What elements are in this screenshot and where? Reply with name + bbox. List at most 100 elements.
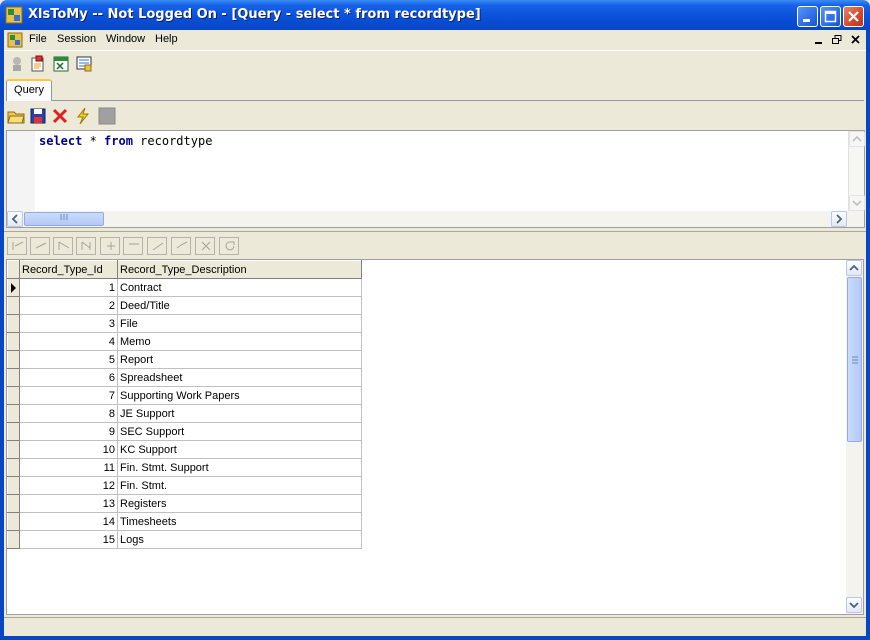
cell-record-type-id[interactable]: 7 (19, 386, 118, 405)
cell-record-type-id[interactable]: 15 (19, 530, 118, 549)
tab-query[interactable]: Query (6, 79, 52, 101)
cell-record-type-id[interactable]: 3 (19, 314, 118, 333)
mdi-restore-button[interactable] (830, 33, 844, 47)
cell-record-type-description[interactable]: Deed/Title (117, 296, 362, 315)
logon-icon[interactable] (8, 55, 26, 73)
excel-icon[interactable] (52, 55, 70, 73)
horizontal-scroll-thumb[interactable] (24, 212, 104, 226)
cell-record-type-description[interactable]: File (117, 314, 362, 333)
table-row[interactable]: 14 Timesheets (7, 512, 362, 531)
scroll-right-button[interactable] (831, 211, 847, 227)
cell-record-type-id[interactable]: 13 (19, 494, 118, 513)
open-folder-icon[interactable] (7, 107, 25, 125)
table-row[interactable]: 2 Deed/Title (7, 296, 362, 315)
table-row[interactable]: 15 Logs (7, 530, 362, 549)
delete-record-button[interactable] (123, 237, 143, 255)
cell-record-type-description[interactable]: Registers (117, 494, 362, 513)
table-row[interactable]: 9 SEC Support (7, 422, 362, 441)
row-indicator[interactable] (7, 296, 20, 315)
row-indicator[interactable] (7, 386, 20, 405)
row-indicator[interactable] (7, 422, 20, 441)
editor-horizontal-scrollbar[interactable] (7, 211, 864, 227)
table-row[interactable]: 12 Fin. Stmt. (7, 476, 362, 495)
table-row[interactable]: 7 Supporting Work Papers (7, 386, 362, 405)
table-row[interactable]: 5 Report (7, 350, 362, 369)
save-icon[interactable] (29, 107, 47, 125)
first-record-button[interactable] (7, 237, 27, 255)
insert-record-button[interactable] (100, 237, 120, 255)
cancel-edit-button[interactable] (195, 237, 215, 255)
cell-record-type-description[interactable]: Supporting Work Papers (117, 386, 362, 405)
cell-record-type-id[interactable]: 2 (19, 296, 118, 315)
row-indicator[interactable] (7, 278, 20, 297)
prior-record-button[interactable] (30, 237, 50, 255)
cell-record-type-id[interactable]: 6 (19, 368, 118, 387)
execute-icon[interactable] (74, 107, 92, 125)
cell-record-type-description[interactable]: Fin. Stmt. (117, 476, 362, 495)
minimize-button[interactable] (797, 6, 818, 27)
grid-vertical-scrollbar[interactable] (846, 260, 863, 614)
table-row[interactable]: 8 JE Support (7, 404, 362, 423)
document-icon[interactable] (7, 32, 23, 48)
column-header-record-type-description[interactable]: Record_Type_Description (117, 260, 362, 279)
cell-record-type-id[interactable]: 5 (19, 350, 118, 369)
cell-record-type-id[interactable]: 1 (19, 278, 118, 297)
refresh-data-button[interactable] (219, 237, 239, 255)
table-row[interactable]: 3 File (7, 314, 362, 333)
table-row[interactable]: 1 Contract (7, 278, 362, 297)
menu-window[interactable]: Window (106, 33, 145, 45)
cell-record-type-description[interactable]: JE Support (117, 404, 362, 423)
row-indicator[interactable] (7, 314, 20, 333)
cell-record-type-description[interactable]: Fin. Stmt. Support (117, 458, 362, 477)
menu-help[interactable]: Help (155, 33, 178, 45)
edit-record-button[interactable] (147, 237, 167, 255)
cell-record-type-id[interactable]: 10 (19, 440, 118, 459)
cell-record-type-description[interactable]: Contract (117, 278, 362, 297)
cell-record-type-description[interactable]: Logs (117, 530, 362, 549)
post-edit-button[interactable] (171, 237, 191, 255)
row-indicator[interactable] (7, 494, 20, 513)
row-indicator[interactable] (7, 332, 20, 351)
maximize-button[interactable] (820, 6, 841, 27)
new-query-icon[interactable] (29, 55, 47, 73)
cell-record-type-description[interactable]: Memo (117, 332, 362, 351)
cell-record-type-id[interactable]: 11 (19, 458, 118, 477)
close-button[interactable] (843, 6, 864, 27)
title-bar[interactable]: XlsToMy -- Not Logged On - [Query - sele… (0, 0, 870, 30)
scroll-up-button[interactable] (849, 131, 865, 147)
cell-record-type-description[interactable]: SEC Support (117, 422, 362, 441)
cell-record-type-id[interactable]: 12 (19, 476, 118, 495)
cell-record-type-id[interactable]: 8 (19, 404, 118, 423)
cell-record-type-description[interactable]: Report (117, 350, 362, 369)
table-row[interactable]: 4 Memo (7, 332, 362, 351)
table-row[interactable]: 10 KC Support (7, 440, 362, 459)
table-row[interactable]: 6 Spreadsheet (7, 368, 362, 387)
cell-record-type-description[interactable]: Spreadsheet (117, 368, 362, 387)
row-indicator[interactable] (7, 512, 20, 531)
row-indicator[interactable] (7, 530, 20, 549)
cell-record-type-id[interactable]: 9 (19, 422, 118, 441)
column-header-record-type-id[interactable]: Record_Type_Id (19, 260, 118, 279)
row-indicator[interactable] (7, 368, 20, 387)
scroll-down-button[interactable] (846, 597, 862, 613)
cell-record-type-id[interactable]: 4 (19, 332, 118, 351)
vertical-scroll-thumb[interactable] (847, 277, 862, 442)
row-indicator[interactable] (7, 350, 20, 369)
next-record-button[interactable] (53, 237, 73, 255)
row-indicator[interactable] (7, 440, 20, 459)
mdi-close-button[interactable] (849, 33, 863, 47)
results-grid[interactable]: Record_Type_Id Record_Type_Description 1… (6, 259, 864, 615)
table-row[interactable]: 13 Registers (7, 494, 362, 513)
scroll-down-button[interactable] (849, 195, 865, 211)
cell-record-type-description[interactable]: Timesheets (117, 512, 362, 531)
last-record-button[interactable] (76, 237, 96, 255)
sql-text[interactable]: select * from recordtype (39, 134, 212, 148)
scroll-up-button[interactable] (846, 260, 862, 276)
row-indicator[interactable] (7, 458, 20, 477)
row-indicator[interactable] (7, 404, 20, 423)
cell-record-type-description[interactable]: KC Support (117, 440, 362, 459)
stop-icon[interactable] (98, 107, 116, 125)
sql-editor[interactable]: select * from recordtype (6, 130, 865, 228)
editor-vertical-scrollbar[interactable] (848, 131, 865, 211)
delete-icon[interactable] (51, 107, 69, 125)
